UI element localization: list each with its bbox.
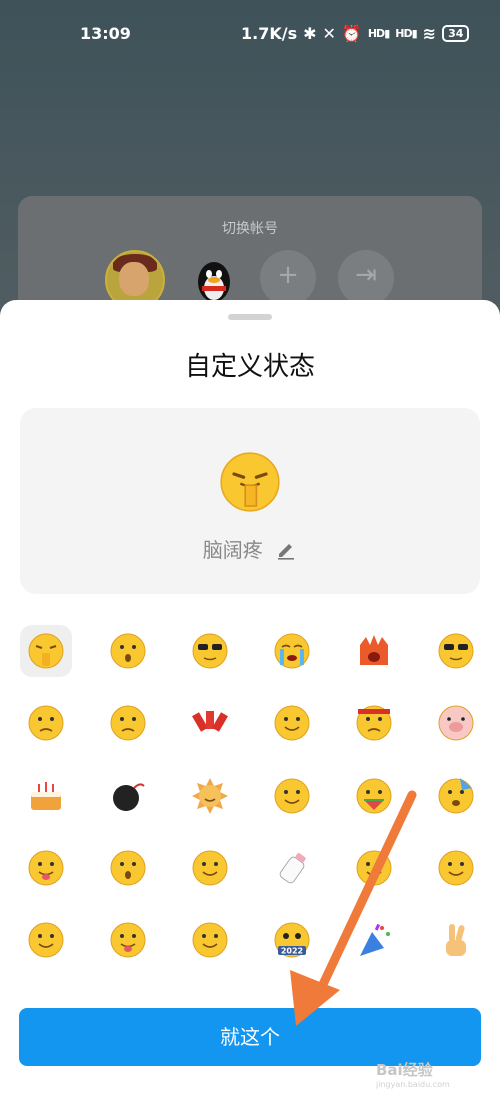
sad-emoji-icon: [28, 705, 64, 741]
emoji-cell[interactable]: 2022: [266, 914, 318, 966]
cake-emoji-icon: [31, 782, 61, 810]
tongue-out-emoji-icon: [28, 850, 64, 886]
plus-icon: +: [277, 260, 299, 290]
edit-pencil-icon[interactable]: [275, 538, 297, 560]
mute-icon: ✕: [322, 24, 336, 43]
wifi-icon: ≋: [422, 24, 437, 43]
party-hat-emoji-icon: [438, 778, 474, 814]
sunglasses-emoji-icon: [438, 633, 474, 669]
qq-penguin-avatar[interactable]: [186, 250, 242, 306]
bluetooth-icon: ✱: [303, 24, 317, 43]
facepalm-emoji-icon: [220, 452, 280, 512]
emoji-cell[interactable]: [348, 842, 400, 894]
net-speed: 1.7K/s: [241, 24, 298, 43]
custom-status-sheet: 自定义状态 脑阔疼 2022 就这个: [0, 300, 500, 1111]
emoji-grid: 2022: [20, 625, 482, 958]
emoji-cell[interactable]: [102, 842, 154, 894]
struggle-emoji-icon: [192, 850, 228, 886]
headband-emoji-icon: [356, 705, 392, 741]
wipe-sweat-emoji-icon: [274, 778, 310, 814]
clock: 13:09: [80, 24, 131, 43]
baidu-watermark: Bai经验 jingyan.baidu.com: [376, 1059, 450, 1089]
shocked-emoji-icon: [110, 633, 146, 669]
status-preview: 脑阔疼: [20, 408, 480, 594]
firecracker-emoji-icon: [192, 711, 228, 732]
party-popper-emoji-icon: [360, 923, 390, 956]
emoji-cell[interactable]: [266, 625, 318, 677]
emoji-cell[interactable]: [20, 770, 72, 822]
watermark-sub: jingyan.baidu.com: [376, 1080, 450, 1089]
pig-emoji-icon: [438, 705, 474, 741]
emoji-cell[interactable]: [184, 914, 236, 966]
status-bar: 13:09 1.7K/s ✱ ✕ ⏰ HD▮ HD▮ ≋ 34: [0, 0, 500, 70]
sheet-title: 自定义状态: [184, 352, 315, 382]
emoji-cell[interactable]: [266, 697, 318, 749]
2022-emoji-icon: 2022: [274, 922, 310, 958]
emoji-cell[interactable]: [184, 842, 236, 894]
confirm-button[interactable]: 就这个: [19, 1008, 481, 1066]
dizzy-emoji-icon: [110, 850, 146, 886]
account-switch-title: 切换帐号: [222, 221, 278, 237]
emoji-cell[interactable]: [20, 914, 72, 966]
signal-icon-1: HD▮: [367, 27, 390, 40]
emoji-cell[interactable]: [348, 770, 400, 822]
sun-emoji-icon: [192, 778, 228, 814]
signal-icon-2: HD▮: [395, 27, 417, 40]
emoji-cell[interactable]: [20, 625, 72, 677]
emoji-cell[interactable]: [102, 697, 154, 749]
alarm-icon: ⏰: [341, 24, 362, 43]
emoji-cell[interactable]: [20, 842, 72, 894]
side-peek-emoji-icon: [28, 922, 64, 958]
watermark-text: Bai经验: [376, 1061, 433, 1079]
emoji-cell[interactable]: [102, 914, 154, 966]
emoji-cell[interactable]: [184, 770, 236, 822]
emoji-cell[interactable]: [430, 770, 482, 822]
victory-hand-emoji-icon: [446, 924, 466, 956]
smile-emoji-icon: [192, 922, 228, 958]
shush-emoji-icon: [274, 705, 310, 741]
badge-2022-text: 2022: [281, 947, 303, 956]
emoji-cell[interactable]: [102, 770, 154, 822]
emoji-cell[interactable]: [102, 625, 154, 677]
emoji-cell[interactable]: [184, 697, 236, 749]
logout-icon: ⇥: [355, 260, 377, 290]
yummy-emoji-icon: [110, 922, 146, 958]
crying-emoji-icon: [274, 633, 310, 669]
emoji-cell[interactable]: [184, 625, 236, 677]
eye-roll-emoji-icon: [110, 705, 146, 741]
emoji-cell[interactable]: [20, 697, 72, 749]
add-account-button[interactable]: +: [260, 250, 316, 306]
emoji-cell[interactable]: [430, 697, 482, 749]
emoji-cell[interactable]: [430, 914, 482, 966]
angry-fire-emoji-icon: [360, 635, 388, 665]
emoji-cell[interactable]: [266, 770, 318, 822]
logout-button[interactable]: ⇥: [338, 250, 394, 306]
emoji-cell[interactable]: [266, 842, 318, 894]
emoji-cell[interactable]: [348, 625, 400, 677]
old-man-emoji-icon: [438, 850, 474, 886]
baby-bottle-emoji-icon: [279, 853, 306, 884]
bomb-emoji-icon: [113, 783, 145, 811]
cool-glasses-emoji-icon: [192, 633, 228, 669]
emoji-cell[interactable]: [430, 842, 482, 894]
status-text: 脑阔疼: [202, 538, 263, 562]
battery-icon: 34: [442, 25, 470, 42]
status-label[interactable]: 脑阔疼: [20, 534, 480, 563]
peek-emoji-icon: [356, 850, 392, 886]
drag-handle[interactable]: [228, 314, 272, 320]
emoji-cell[interactable]: [348, 914, 400, 966]
status-icons: 1.7K/s ✱ ✕ ⏰ HD▮ HD▮ ≋ 34: [241, 24, 470, 43]
emoji-cell[interactable]: [430, 625, 482, 677]
facepalm-emoji-icon: [28, 633, 64, 669]
eating-watermelon-emoji-icon: [356, 778, 392, 814]
emoji-cell[interactable]: [348, 697, 400, 749]
